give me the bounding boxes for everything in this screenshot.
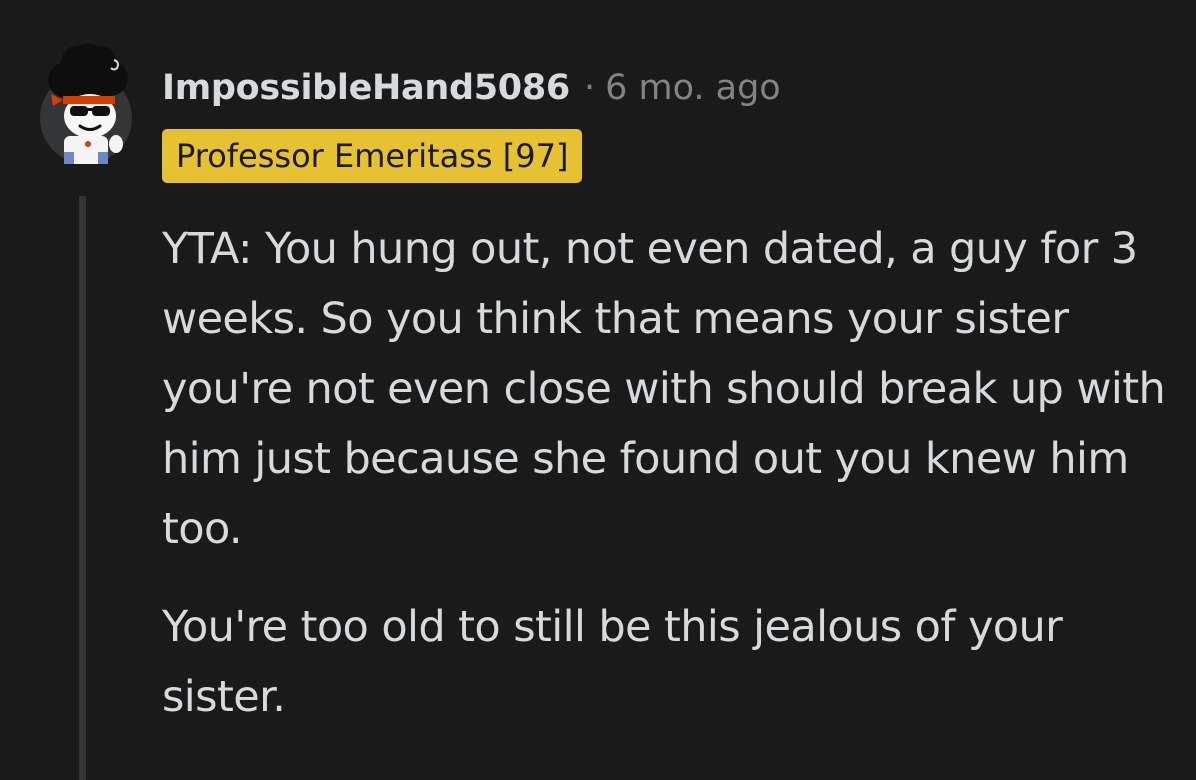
comment-paragraph: You're too old to still be this jealous … — [162, 602, 1063, 722]
user-flair-badge: Professor Emeritass [97] — [162, 129, 583, 183]
snoo-avatar-icon — [40, 44, 132, 164]
comment-timestamp[interactable]: 6 mo. ago — [605, 68, 781, 108]
thread-collapse-line[interactable] — [79, 196, 86, 780]
author-username[interactable]: ImpossibleHand5086 — [162, 68, 570, 108]
comment-body: YTA: You hung out, not even dated, a guy… — [162, 214, 1172, 760]
user-avatar[interactable] — [30, 40, 138, 168]
comment: ImpossibleHand5086 · 6 mo. ago Professor… — [0, 0, 1196, 780]
meta-separator: · — [583, 68, 596, 108]
comment-paragraph: YTA: You hung out, not even dated, a guy… — [162, 224, 1166, 554]
comment-header: ImpossibleHand5086 · 6 mo. ago — [162, 64, 781, 112]
